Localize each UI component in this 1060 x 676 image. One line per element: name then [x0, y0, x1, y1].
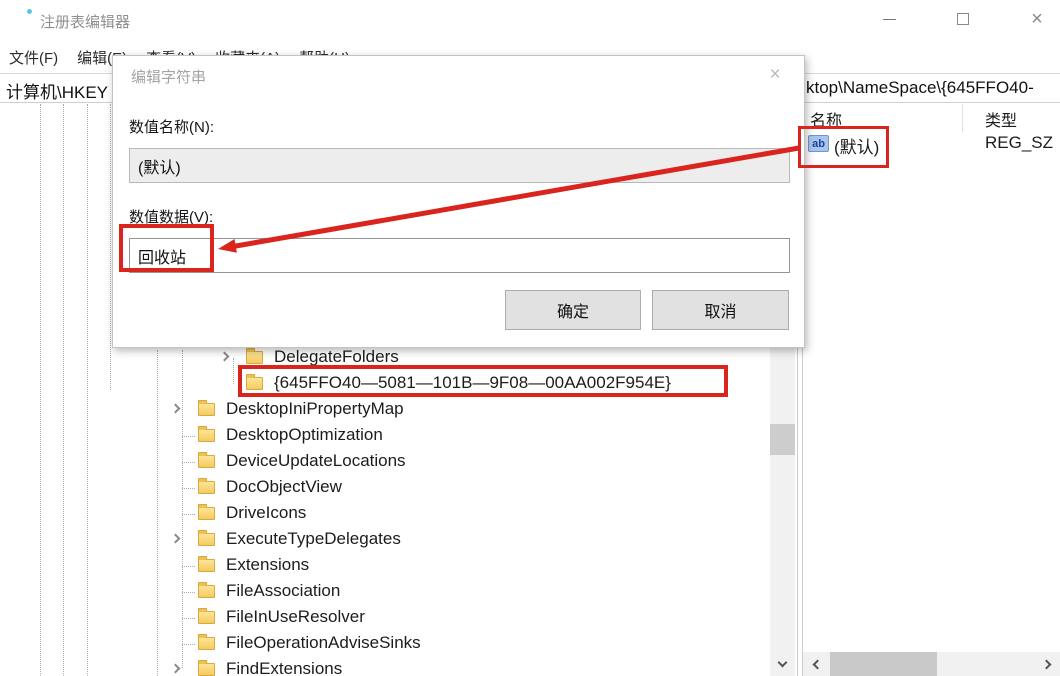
tree-item-label: DesktopIniPropertyMap: [226, 399, 404, 419]
folder-icon: [198, 429, 215, 442]
scrollbar-thumb[interactable]: [770, 424, 795, 455]
dialog-close-button[interactable]: ×: [760, 62, 790, 88]
folder-icon: [198, 507, 215, 520]
folder-icon: [198, 403, 215, 416]
maximize-icon: [957, 13, 969, 25]
tree-item-extensions[interactable]: Extensions: [0, 553, 768, 579]
tree-item-fileinuseresolver[interactable]: FileInUseResolver: [0, 605, 768, 631]
chevron-right-icon[interactable]: [171, 534, 181, 544]
folder-icon: [198, 611, 215, 624]
ok-button[interactable]: 确定: [505, 290, 641, 330]
close-button[interactable]: ×: [1014, 0, 1060, 38]
value-name-field[interactable]: [129, 148, 790, 183]
tree-item-label: DeviceUpdateLocations: [226, 451, 406, 471]
chevron-right-icon[interactable]: [171, 664, 181, 674]
tree-item-label: DriveIcons: [226, 503, 306, 523]
close-icon: ×: [769, 64, 780, 86]
folder-icon: [198, 585, 215, 598]
tree-item-label: FileAssociation: [226, 581, 340, 601]
list-horizontal-scrollbar[interactable]: [803, 652, 1060, 676]
value-data-field[interactable]: [129, 238, 790, 273]
scroll-left-button[interactable]: [803, 652, 828, 676]
scroll-right-button[interactable]: [1035, 652, 1060, 676]
tree-item-fileassociation[interactable]: FileAssociation: [0, 579, 768, 605]
edit-string-dialog: 编辑字符串 × 数值名称(N): 数值数据(V): 确定 取消: [112, 55, 805, 348]
regedit-app-icon: [10, 9, 32, 31]
folder-icon: [246, 351, 263, 364]
tree-item-desktopinipropertymap[interactable]: DesktopIniPropertyMap: [0, 397, 768, 423]
tree-item-findextensions[interactable]: FindExtensions: [0, 657, 768, 676]
value-type: REG_SZ: [985, 133, 1053, 153]
maximize-button[interactable]: [940, 0, 986, 38]
minimize-icon: [883, 19, 896, 20]
folder-icon: [198, 455, 215, 468]
regedit-spark-glyph: [26, 8, 33, 15]
tree-item-label: FileInUseResolver: [226, 607, 365, 627]
registry-editor-window: 注册表编辑器 × 文件(F) 编辑(E) 查看(V) 收藏夹(A) 帮助(H) …: [0, 0, 1060, 676]
menu-file[interactable]: 文件(F): [9, 47, 58, 68]
column-separator[interactable]: [962, 104, 963, 132]
folder-icon: [198, 663, 215, 676]
tree-item-fileoperationadvisesinks[interactable]: FileOperationAdviseSinks: [0, 631, 768, 657]
scroll-down-icon: [778, 657, 788, 667]
cancel-button[interactable]: 取消: [652, 290, 789, 330]
address-path-left: 计算机\HKEY: [6, 78, 108, 103]
tree-item-label: DocObjectView: [226, 477, 342, 497]
value-name-label: 数值名称(N):: [129, 116, 214, 137]
tree-item-label: FindExtensions: [226, 659, 342, 676]
close-icon: ×: [1031, 9, 1043, 29]
folder-icon: [198, 481, 215, 494]
tree-item-executetypedelegates[interactable]: ExecuteTypeDelegates: [0, 527, 768, 553]
scrollbar-thumb[interactable]: [830, 652, 937, 676]
address-path-right: ktop\NameSpace\{645FFO40-: [806, 78, 1034, 98]
annotation-box-tree-key: [238, 365, 728, 397]
tree-item-label: DelegateFolders: [274, 347, 399, 367]
tree-item-docobjectview[interactable]: DocObjectView: [0, 475, 768, 501]
tree-item-label: Extensions: [226, 555, 309, 575]
chevron-right-icon[interactable]: [171, 404, 181, 414]
minimize-button[interactable]: [866, 0, 912, 38]
annotation-box-data-value: [119, 224, 214, 272]
column-header-type[interactable]: 类型: [985, 107, 1017, 131]
tree-item-deviceupdatelocations[interactable]: DeviceUpdateLocations: [0, 449, 768, 475]
window-title: 注册表编辑器: [40, 11, 130, 32]
folder-icon: [198, 559, 215, 572]
folder-icon: [198, 533, 215, 546]
annotation-box-default-name: [798, 126, 889, 168]
tree-item-desktopoptimization[interactable]: DesktopOptimization: [0, 423, 768, 449]
scroll-down-button[interactable]: [770, 651, 795, 676]
tree-item-label: DesktopOptimization: [226, 425, 383, 445]
chevron-right-icon[interactable]: [220, 352, 230, 362]
dialog-title: 编辑字符串: [131, 66, 206, 87]
title-bar: 注册表编辑器 ×: [0, 0, 1060, 40]
folder-icon: [198, 637, 215, 650]
tree-item-driveicons[interactable]: DriveIcons: [0, 501, 768, 527]
tree-item-label: ExecuteTypeDelegates: [226, 529, 401, 549]
tree-item-label: FileOperationAdviseSinks: [226, 633, 421, 653]
scroll-right-icon: [1041, 659, 1051, 669]
scroll-left-icon: [812, 659, 822, 669]
